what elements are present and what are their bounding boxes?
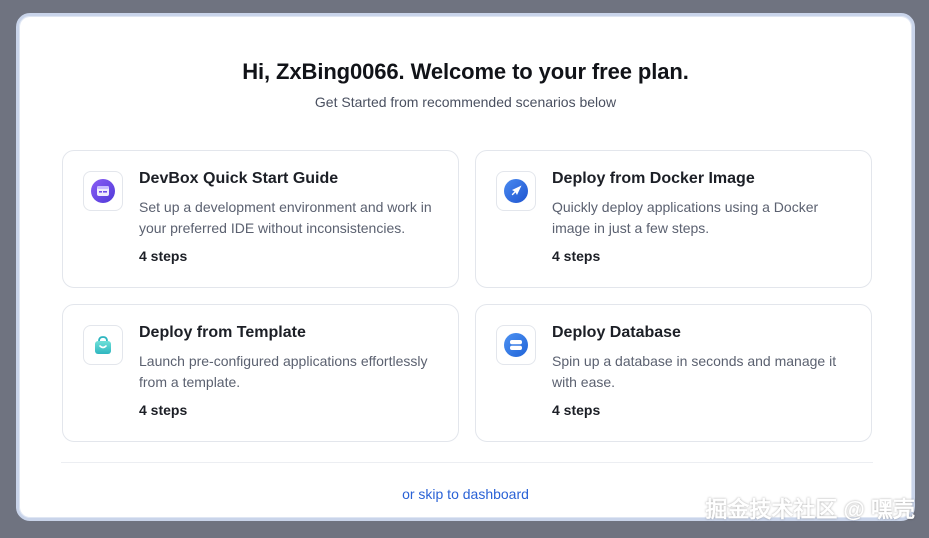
template-bag-icon: [83, 325, 123, 365]
database-icon: [496, 325, 536, 365]
card-title: DevBox Quick Start Guide: [139, 170, 339, 187]
card-title: Deploy Database: [552, 324, 681, 341]
card-steps: 4 steps: [139, 402, 188, 418]
devbox-icon: [83, 171, 123, 211]
welcome-modal: Hi, ZxBing0066. Welcome to your free pla…: [16, 13, 915, 521]
card-description: Set up a development environment and wor…: [139, 199, 432, 236]
card-description: Launch pre-configured applications effor…: [139, 353, 428, 390]
rocket-icon: [496, 171, 536, 211]
card-description: Quickly deploy applications using a Dock…: [552, 199, 819, 236]
card-title: Deploy from Docker Image: [552, 170, 755, 187]
card-deploy-template[interactable]: Deploy from Template Launch pre-configur…: [62, 304, 459, 442]
page-subtitle: Get Started from recommended scenarios b…: [314, 94, 617, 110]
footer-divider: [61, 462, 873, 463]
card-title: Deploy from Template: [139, 324, 306, 341]
watermark: 掘金技术社区 @ 嘿壳: [705, 497, 915, 522]
card-steps: 4 steps: [139, 248, 188, 264]
card-deploy-docker-image[interactable]: Deploy from Docker Image Quickly deploy …: [475, 150, 872, 288]
card-steps: 4 steps: [552, 248, 601, 264]
card-devbox-quick-start[interactable]: DevBox Quick Start Guide Set up a develo…: [62, 150, 459, 288]
page-title: Hi, ZxBing0066. Welcome to your free pla…: [242, 59, 689, 84]
card-description: Spin up a database in seconds and manage…: [552, 353, 837, 390]
card-steps: 4 steps: [552, 402, 601, 418]
card-deploy-database[interactable]: Deploy Database Spin up a database in se…: [475, 304, 872, 442]
